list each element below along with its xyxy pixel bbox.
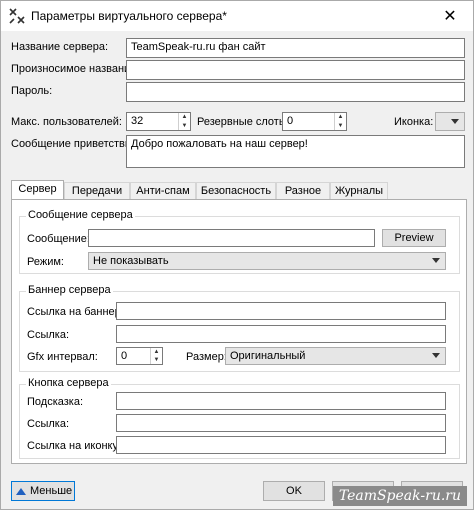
virtual-server-settings-dialog: Параметры виртуального сервера* ✕ Назван… bbox=[0, 0, 474, 510]
icon-link-input[interactable] bbox=[116, 436, 446, 454]
tab-transfers[interactable]: Передачи bbox=[64, 182, 130, 200]
max-users-spin-arrows[interactable]: ▲ ▼ bbox=[178, 113, 190, 130]
spin-down-icon[interactable]: ▼ bbox=[179, 122, 190, 131]
spin-down-icon[interactable]: ▼ bbox=[151, 356, 162, 364]
gfx-interval-stepper[interactable]: 0 ▲ ▼ bbox=[116, 347, 163, 365]
spin-up-icon[interactable]: ▲ bbox=[335, 113, 346, 122]
window-title: Параметры виртуального сервера* bbox=[31, 9, 227, 23]
mode-select[interactable]: Не показывать bbox=[88, 252, 446, 270]
spin-down-icon[interactable]: ▼ bbox=[335, 122, 346, 131]
pronounce-name-label: Произносимое название: bbox=[11, 63, 140, 75]
close-icon[interactable]: ✕ bbox=[427, 1, 473, 31]
password-input[interactable] bbox=[126, 82, 465, 102]
server-name-label: Название сервера: bbox=[11, 41, 109, 53]
banner-link-input[interactable] bbox=[116, 302, 446, 320]
reserved-slots-value: 0 bbox=[287, 115, 294, 127]
welcome-message-label: Сообщение приветствия: bbox=[11, 138, 141, 150]
arrow-up-icon bbox=[16, 487, 26, 495]
spin-up-icon[interactable]: ▲ bbox=[151, 348, 162, 356]
teamspeak-icon bbox=[9, 8, 25, 24]
max-users-stepper[interactable]: 32 ▲ ▼ bbox=[126, 112, 191, 131]
password-label: Пароль: bbox=[11, 85, 53, 97]
mode-selected-value: Не показывать bbox=[93, 255, 169, 267]
chevron-down-icon bbox=[451, 118, 459, 124]
size-selected-value: Оригинальный bbox=[230, 350, 306, 362]
chevron-down-icon bbox=[432, 353, 440, 358]
icon-label: Иконка: bbox=[394, 116, 434, 128]
tooltip-label: Подсказка: bbox=[27, 396, 84, 408]
max-users-label: Макс. пользователей: bbox=[11, 116, 122, 128]
tooltip-input[interactable] bbox=[116, 392, 446, 410]
banner-url-input[interactable] bbox=[116, 325, 446, 343]
reserved-slots-spin-arrows[interactable]: ▲ ▼ bbox=[334, 113, 346, 130]
banner-url-label: Ссылка: bbox=[27, 329, 69, 341]
button-url-label: Ссылка: bbox=[27, 418, 69, 430]
watermark-label: TeamSpeak-ru.ru bbox=[332, 486, 467, 506]
tab-misc[interactable]: Разное bbox=[276, 182, 330, 200]
welcome-message-textarea[interactable]: Добро пожаловать на наш сервер! bbox=[126, 135, 465, 168]
title-bar: Параметры виртуального сервера* ✕ bbox=[1, 1, 473, 31]
server-banner-group-title: Баннер сервера bbox=[26, 284, 113, 296]
pronounce-name-input[interactable] bbox=[126, 60, 465, 80]
icon-select[interactable] bbox=[435, 112, 465, 131]
max-users-value: 32 bbox=[131, 115, 144, 127]
button-url-input[interactable] bbox=[116, 414, 446, 432]
server-name-input[interactable]: TeamSpeak-ru.ru фан сайт bbox=[126, 38, 465, 58]
server-message-group-title: Сообщение сервера bbox=[26, 209, 135, 221]
mode-label: Режим: bbox=[27, 256, 64, 268]
preview-button[interactable]: Preview bbox=[382, 229, 446, 247]
gfx-interval-value: 0 bbox=[121, 350, 128, 362]
tab-logs[interactable]: Журналы bbox=[330, 182, 388, 200]
less-button-label: Меньше bbox=[30, 485, 73, 497]
size-select[interactable]: Оригинальный bbox=[225, 347, 446, 365]
banner-link-label: Ссылка на баннер: bbox=[27, 306, 124, 318]
message-input[interactable] bbox=[88, 229, 375, 247]
server-button-group-title: Кнопка сервера bbox=[26, 377, 111, 389]
message-label: Сообщение: bbox=[27, 233, 90, 245]
reserved-slots-stepper[interactable]: 0 ▲ ▼ bbox=[282, 112, 347, 131]
icon-link-label: Ссылка на иконку: bbox=[27, 440, 122, 452]
tab-server[interactable]: Сервер bbox=[11, 180, 64, 201]
ok-button[interactable]: OK bbox=[263, 481, 325, 501]
size-label: Размер: bbox=[186, 351, 227, 363]
tab-security[interactable]: Безопасность bbox=[196, 182, 276, 200]
spin-up-icon[interactable]: ▲ bbox=[179, 113, 190, 122]
reserved-slots-label: Резервные слоты: bbox=[197, 116, 290, 128]
chevron-down-icon bbox=[432, 258, 440, 263]
less-button[interactable]: Меньше bbox=[11, 481, 75, 501]
tab-anti-spam[interactable]: Анти-спам bbox=[130, 182, 196, 200]
gfx-interval-label: Gfx интервал: bbox=[27, 351, 98, 363]
gfx-interval-spin-arrows[interactable]: ▲ ▼ bbox=[150, 348, 162, 364]
server-tab-panel: Сообщение сервера Сообщение: Preview Реж… bbox=[11, 199, 467, 464]
